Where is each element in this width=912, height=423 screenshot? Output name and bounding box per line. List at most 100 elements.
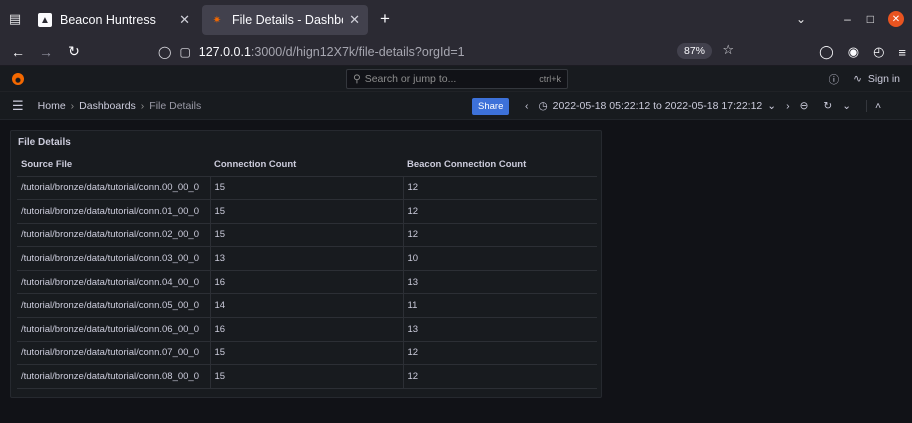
help-icon[interactable]: ⓘ: [829, 72, 840, 87]
connection-count-cell: 13: [209, 246, 403, 271]
page-icon: ▢: [179, 45, 191, 59]
table-row: /tutorial/bronze/data/tutorial/conn.08_0…: [17, 364, 597, 389]
minimize-icon[interactable]: –: [844, 12, 851, 26]
zoom-out-icon[interactable]: ⊖: [800, 100, 809, 112]
tab-close-icon[interactable]: ✕: [349, 12, 360, 28]
connection-count-cell: 16: [209, 317, 403, 342]
connection-count-cell: 15: [209, 364, 403, 389]
beacon-connection-count-cell: 12: [402, 176, 597, 201]
connection-count-cell: 15: [209, 199, 403, 224]
maximize-icon[interactable]: □: [867, 12, 874, 26]
table-row: /tutorial/bronze/data/tutorial/conn.01_0…: [17, 199, 597, 224]
time-controls: ‹ ◷ 2022-05-18 05:22:12 to 2022-05-18 17…: [520, 92, 886, 120]
tab-file-details[interactable]: ✷ File Details - Dashboards ✕: [202, 5, 368, 35]
source-file-cell: /tutorial/bronze/data/tutorial/conn.00_0…: [17, 176, 210, 201]
connection-count-cell: 15: [209, 223, 403, 248]
search-shortcut: ctrl+k: [539, 74, 561, 84]
beacon-connection-count-cell: 12: [402, 364, 597, 389]
connection-count-cell: 14: [209, 293, 403, 319]
browser-toolbar-right: ◯ ◉ ◴ ≡: [805, 38, 906, 66]
column-header-source-file[interactable]: Source File: [17, 154, 210, 177]
search-input[interactable]: ⚲ Search or jump to... ctrl+k: [346, 69, 568, 89]
search-icon: ⚲: [353, 73, 361, 85]
hamburger-menu-icon[interactable]: ☰: [12, 98, 24, 114]
beacon-connection-count-cell: 13: [402, 317, 597, 342]
account-icon[interactable]: ◉: [848, 44, 859, 60]
time-back-icon[interactable]: ‹: [525, 100, 529, 112]
beacon-connection-count-cell: 11: [402, 293, 597, 319]
connection-count-cell: 15: [209, 176, 403, 201]
source-file-cell: /tutorial/bronze/data/tutorial/conn.08_0…: [17, 364, 210, 389]
topbar-right: ⓘ ∿ Sign in: [815, 66, 900, 92]
tab-title: Beacon Huntress: [60, 13, 156, 27]
source-file-cell: /tutorial/bronze/data/tutorial/conn.07_0…: [17, 341, 210, 366]
connection-count-cell: 16: [209, 270, 403, 295]
search-placeholder: Search or jump to...: [364, 73, 457, 85]
share-button[interactable]: Share: [472, 98, 510, 115]
url-host: 127.0.0.1: [198, 45, 251, 59]
beacon-connection-count-cell: 13: [402, 270, 597, 295]
grafana-favicon-icon: ✷: [212, 14, 222, 26]
forward-icon[interactable]: →: [32, 44, 60, 60]
window-close-icon[interactable]: ✕: [888, 11, 904, 27]
clock-icon: ◷: [538, 100, 548, 112]
new-tab-icon[interactable]: +: [370, 9, 400, 29]
table-header-row: Source File Connection Count Beacon Conn…: [17, 154, 597, 177]
time-forward-icon[interactable]: ›: [786, 100, 790, 112]
table-row: /tutorial/bronze/data/tutorial/conn.00_0…: [17, 176, 597, 201]
reload-icon[interactable]: ↻: [60, 43, 88, 60]
table-row: /tutorial/bronze/data/tutorial/conn.03_0…: [17, 246, 597, 271]
source-file-cell: /tutorial/bronze/data/tutorial/conn.02_0…: [17, 223, 210, 248]
chevron-down-icon[interactable]: ⌄: [842, 100, 851, 112]
back-icon[interactable]: ←: [4, 44, 32, 60]
table-row: /tutorial/bronze/data/tutorial/conn.06_0…: [17, 317, 597, 342]
table-row: /tutorial/bronze/data/tutorial/conn.05_0…: [17, 293, 597, 319]
url-bar[interactable]: ◯ ▢ 127.0.0.1:3000/d/hign12X7k/file-deta…: [150, 41, 740, 63]
menu-icon[interactable]: ≡: [898, 45, 906, 60]
tab-beacon-huntress[interactable]: ▲ Beacon Huntress ✕: [30, 5, 198, 35]
tab-close-icon[interactable]: ✕: [179, 12, 190, 28]
table-row: /tutorial/bronze/data/tutorial/conn.07_0…: [17, 341, 597, 366]
connection-count-cell: 15: [209, 341, 403, 366]
tab-list-icon[interactable]: ▤: [0, 0, 30, 38]
collapse-icon[interactable]: ˄: [866, 100, 881, 112]
bookmark-star-icon[interactable]: ☆: [722, 42, 734, 58]
source-file-cell: /tutorial/bronze/data/tutorial/conn.06_0…: [17, 317, 210, 342]
source-file-cell: /tutorial/bronze/data/tutorial/conn.01_0…: [17, 199, 210, 224]
breadcrumb: Home › Dashboards › File Details: [38, 100, 202, 112]
window-controls: ⌄ – □ ✕: [788, 0, 912, 38]
sign-in-link[interactable]: Sign in: [868, 73, 900, 85]
pocket-icon[interactable]: ◯: [819, 44, 834, 60]
rss-icon[interactable]: ∿: [853, 73, 862, 85]
beacon-favicon-icon: ▲: [38, 13, 52, 27]
chevron-down-icon[interactable]: ⌄: [796, 12, 806, 26]
file-details-table: Source File Connection Count Beacon Conn…: [17, 154, 597, 389]
refresh-icon[interactable]: ↻: [823, 100, 832, 112]
source-file-cell: /tutorial/bronze/data/tutorial/conn.03_0…: [17, 246, 210, 271]
shield-icon: ◯: [158, 45, 172, 59]
dashboard-toolbar: ☰ Home › Dashboards › File Details Share…: [0, 92, 912, 120]
source-file-cell: /tutorial/bronze/data/tutorial/conn.04_0…: [17, 270, 210, 295]
time-range-picker[interactable]: 2022-05-18 05:22:12 to 2022-05-18 17:22:…: [553, 100, 763, 112]
breadcrumb-home[interactable]: Home: [38, 100, 66, 112]
chevron-down-icon[interactable]: ⌄: [767, 100, 776, 112]
url-path: :3000/d/hign12X7k/file-details?orgId=1: [250, 45, 465, 59]
zoom-badge[interactable]: 87%: [676, 43, 712, 59]
breadcrumb-dashboards[interactable]: Dashboards: [79, 100, 136, 112]
extensions-icon[interactable]: ◴: [873, 44, 884, 60]
file-details-panel: File Details Source File Connection Coun…: [10, 130, 602, 398]
beacon-connection-count-cell: 12: [402, 199, 597, 224]
beacon-connection-count-cell: 10: [402, 246, 597, 271]
panel-title: File Details: [18, 137, 71, 148]
column-header-beacon-connection-count[interactable]: Beacon Connection Count: [403, 154, 597, 177]
chevron-right-icon: ›: [140, 99, 145, 112]
column-header-connection-count[interactable]: Connection Count: [210, 154, 403, 177]
table-row: /tutorial/bronze/data/tutorial/conn.04_0…: [17, 270, 597, 295]
chevron-right-icon: ›: [70, 99, 75, 112]
browser-navbar: ← → ↻ ◯ ▢ 127.0.0.1:3000/d/hign12X7k/fil…: [0, 38, 912, 66]
grafana-logo-icon[interactable]: [12, 72, 24, 85]
beacon-connection-count-cell: 12: [402, 223, 597, 248]
breadcrumb-current: File Details: [149, 99, 202, 112]
table-row: /tutorial/bronze/data/tutorial/conn.02_0…: [17, 223, 597, 248]
beacon-connection-count-cell: 12: [402, 341, 597, 366]
